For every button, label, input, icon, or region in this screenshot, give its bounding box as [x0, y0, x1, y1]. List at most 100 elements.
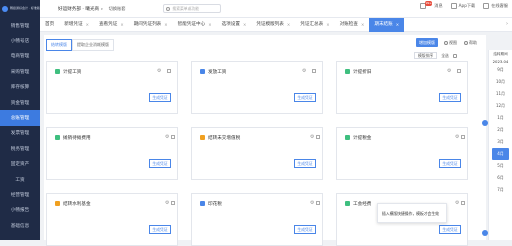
- generate-voucher-button[interactable]: 生成凭证: [294, 159, 316, 168]
- chevron-down-icon[interactable]: ▾: [101, 7, 103, 11]
- generate-voucher-button[interactable]: 生成凭证: [149, 225, 171, 234]
- template-card[interactable]: 摊销待摊费用 ⚙ 生成凭证: [46, 127, 178, 180]
- subtab-extract[interactable]: 提取企业消耗模版: [72, 39, 114, 51]
- sidebar-item[interactable]: 库存核算: [0, 80, 40, 95]
- template-card[interactable]: 结转未交增值税 ⚙ 生成凭证: [191, 127, 323, 180]
- generate-voucher-button[interactable]: 生成凭证: [439, 93, 461, 102]
- tab[interactable]: 期末结账 ×: [369, 17, 405, 32]
- sidebar-item[interactable]: 经营管理: [0, 187, 40, 202]
- calendar-month[interactable]: 6月: [489, 172, 512, 184]
- tab[interactable]: 智能凭证中心 ×: [173, 18, 217, 32]
- close-icon[interactable]: ×: [361, 18, 364, 32]
- calendar-month[interactable]: 1月: [489, 112, 512, 124]
- tab[interactable]: 选项设置 ×: [217, 18, 252, 32]
- calendar-month[interactable]: 9月: [489, 64, 512, 76]
- template-card[interactable]: 结转水利基金 ⚙ 生成凭证: [46, 193, 178, 246]
- add-template-button[interactable]: 增加模版: [416, 38, 438, 47]
- card-checkbox[interactable]: [461, 201, 465, 205]
- sidebar-item[interactable]: 工资: [0, 172, 40, 187]
- calendar-month[interactable]: 10月: [489, 76, 512, 88]
- message-button[interactable]: 99+ 消息: [420, 0, 443, 9]
- tab[interactable]: 对账检查 ×: [335, 18, 370, 32]
- calendar-month[interactable]: 7月: [489, 184, 512, 196]
- gear-icon[interactable]: ⚙: [447, 68, 451, 74]
- card-checkbox[interactable]: [457, 69, 461, 73]
- scroll-dot[interactable]: [482, 120, 488, 126]
- gear-icon[interactable]: ⚙: [165, 134, 169, 140]
- calendar-month[interactable]: 11月: [489, 88, 512, 100]
- gear-icon[interactable]: ⚙: [455, 134, 459, 140]
- calendar-month[interactable]: 12月: [489, 100, 512, 112]
- online-service-button[interactable]: 在线客服: [483, 3, 508, 9]
- gear-icon[interactable]: ⚙: [165, 200, 169, 206]
- template-card[interactable]: 计提税金 ⚙ 生成凭证: [336, 127, 468, 180]
- view-button[interactable]: 视图: [444, 40, 457, 46]
- sidebar-item[interactable]: 资金管理: [0, 95, 40, 110]
- generate-voucher-button[interactable]: 生成凭证: [149, 159, 171, 168]
- tab-label: 期末结账: [374, 21, 393, 27]
- sidebar-item[interactable]: 总账管理: [0, 110, 40, 126]
- card-checkbox[interactable]: [312, 69, 316, 73]
- generate-voucher-button[interactable]: 生成凭证: [294, 93, 316, 102]
- gear-icon[interactable]: ⚙: [302, 68, 306, 74]
- close-icon[interactable]: ×: [164, 18, 167, 32]
- card-checkbox[interactable]: [316, 135, 320, 139]
- chevron-right-icon[interactable]: ›: [506, 21, 508, 27]
- tab[interactable]: 首页: [40, 18, 59, 32]
- subtab-template[interactable]: 结转模版: [46, 39, 72, 51]
- calendar-month[interactable]: 5月: [489, 160, 512, 172]
- scroll-dot[interactable]: [482, 230, 488, 236]
- card-checkbox[interactable]: [316, 201, 320, 205]
- sidebar-item[interactable]: 电商管理: [0, 49, 40, 64]
- tab[interactable]: 新增凭证 ×: [59, 18, 94, 32]
- template-card[interactable]: 发放工资 ⚙ 生成凭证: [191, 61, 323, 114]
- gear-icon[interactable]: ⚙: [310, 200, 314, 206]
- switch-account-link[interactable]: 切换账套: [109, 6, 126, 12]
- calendar-month[interactable]: 4月: [492, 148, 509, 160]
- tab[interactable]: 凭证汇总表 ×: [295, 18, 334, 32]
- generate-voucher-button[interactable]: 生成凭证: [294, 225, 316, 234]
- generate-voucher-button[interactable]: 生成凭证: [439, 159, 461, 168]
- template-card[interactable]: 计提折旧 ⚙ 生成凭证: [336, 61, 468, 114]
- sidebar-item[interactable]: 税务管理: [0, 141, 40, 156]
- close-icon[interactable]: ×: [208, 18, 211, 32]
- gear-icon[interactable]: ⚙: [455, 200, 459, 206]
- sidebar-item[interactable]: 销售管理: [0, 18, 40, 33]
- close-icon[interactable]: ×: [396, 18, 399, 32]
- close-icon[interactable]: ×: [243, 18, 246, 32]
- company-name[interactable]: 好运财务部 · 曦光商: [58, 6, 99, 12]
- select-all-label[interactable]: 全选: [441, 53, 449, 59]
- main-panel: 结转模版 提取企业消耗模版 增加模版 视图 帮助 模版排序 全选 计提工资 ⚙ 生成…: [44, 35, 486, 246]
- tab[interactable]: 凭证模版列表 ×: [251, 18, 295, 32]
- sidebar-item[interactable]: 固定资产: [0, 157, 40, 172]
- gear-icon[interactable]: ⚙: [157, 68, 161, 74]
- card-checkbox[interactable]: [171, 201, 175, 205]
- calendar-month[interactable]: 3月: [489, 136, 512, 148]
- template-card[interactable]: 印花税 ⚙ 生成凭证: [191, 193, 323, 246]
- sidebar-item[interactable]: 采购管理: [0, 64, 40, 79]
- sidebar-item[interactable]: 小畅报告: [0, 203, 40, 218]
- template-card[interactable]: 计提工资 ⚙ 生成凭证: [46, 61, 178, 114]
- gear-icon[interactable]: ⚙: [310, 134, 314, 140]
- calendar-month[interactable]: 2月: [489, 124, 512, 136]
- close-icon[interactable]: ×: [120, 18, 123, 32]
- app-download-button[interactable]: App下载: [450, 3, 475, 9]
- sort-template-button[interactable]: 模版排序: [414, 52, 438, 59]
- tab[interactable]: 期间凭证列表 ×: [129, 18, 173, 32]
- tab[interactable]: 查看凭证 ×: [94, 18, 129, 32]
- sidebar-item[interactable]: 基础信息: [0, 218, 40, 233]
- card-checkbox[interactable]: [171, 135, 175, 139]
- select-all-checkbox[interactable]: [452, 53, 457, 58]
- card-checkbox[interactable]: [167, 69, 171, 73]
- generate-voucher-button[interactable]: 生成凭证: [439, 225, 461, 234]
- search-input[interactable]: 搜索菜单或功能: [163, 4, 222, 13]
- close-icon[interactable]: ×: [326, 18, 329, 32]
- generate-voucher-button[interactable]: 生成凭证: [149, 93, 171, 102]
- help-button[interactable]: 帮助: [464, 40, 477, 46]
- tab-label: 对账检查: [339, 21, 358, 27]
- close-icon[interactable]: ×: [287, 18, 290, 32]
- sidebar-item[interactable]: 小畅号店: [0, 33, 40, 48]
- sidebar-item[interactable]: 发票管理: [0, 126, 40, 141]
- card-checkbox[interactable]: [461, 135, 465, 139]
- close-icon[interactable]: ×: [86, 18, 89, 32]
